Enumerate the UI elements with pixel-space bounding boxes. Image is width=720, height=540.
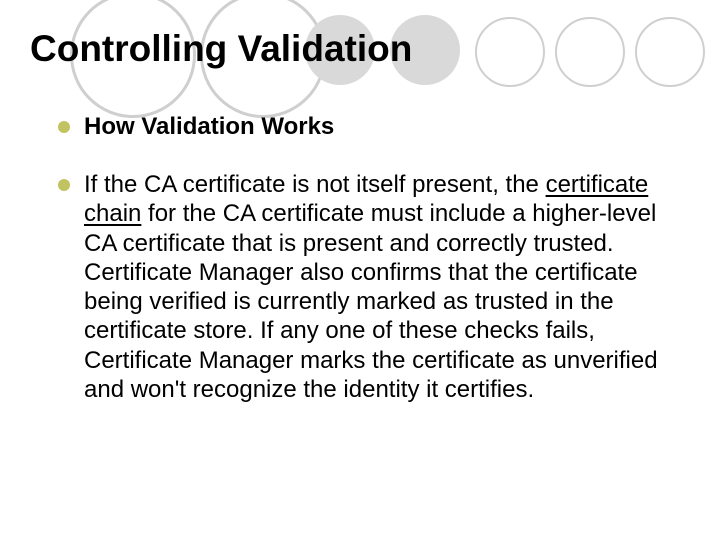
- bullet-1: How Validation Works: [58, 112, 670, 142]
- bullet-2-post: for the CA certificate must include a hi…: [84, 200, 658, 403]
- bullet-2: If the CA certificate is not itself pres…: [58, 170, 670, 404]
- slide-title: Controlling Validation: [30, 28, 680, 70]
- bullet-2-pre: If the CA certificate is not itself pres…: [84, 171, 546, 198]
- slide-content: Controlling Validation How Validation Wo…: [0, 0, 720, 404]
- bullet-list: How Validation Works If the CA certifica…: [28, 112, 680, 404]
